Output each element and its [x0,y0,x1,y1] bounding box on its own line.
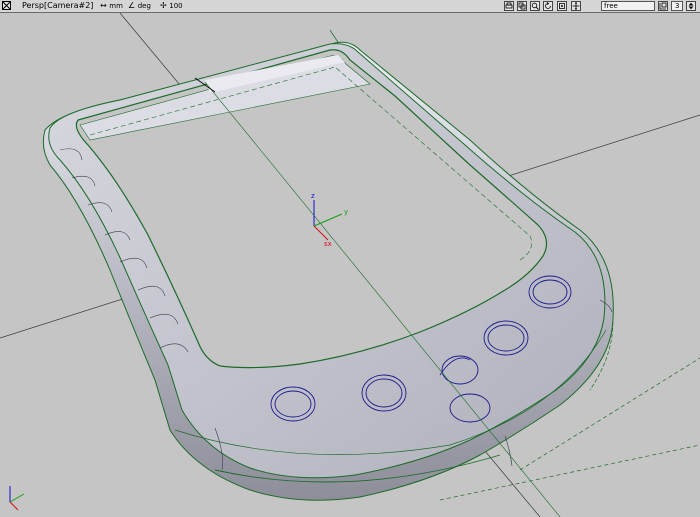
pan-cross-icon[interactable] [571,1,581,11]
grid-snap[interactable]: ✢ 100 [160,0,183,12]
gizmo-z-label: z [311,192,315,200]
view-title[interactable]: Persp[Camera#2] [22,0,93,12]
page-number[interactable]: 3 [671,1,683,11]
gizmo-y-label: y [344,208,348,216]
fit-view-icon[interactable] [557,1,567,11]
angle-units-label: deg [137,2,151,10]
grid-move-icon: ✢ [160,1,167,10]
arrow-horizontal-icon: ↔ [100,1,107,10]
angle-units[interactable]: ∠ deg [128,0,151,12]
world-y-axis [9,493,25,503]
spin-icon[interactable] [686,1,696,11]
angle-icon: ∠ [128,1,136,10]
world-x-axis [9,501,19,511]
close-icon[interactable] [2,1,11,10]
view-stack-icon[interactable] [517,1,527,11]
layout-icon[interactable] [658,1,668,11]
view-mode-field[interactable]: free [601,1,655,11]
grid-value: 100 [169,2,183,10]
print-icon[interactable] [504,1,514,11]
zoom-icon[interactable] [530,1,540,11]
length-units-label: mm [109,2,123,10]
viewport-toolbar: Persp[Camera#2] ↔ mm ∠ deg ✢ 100 free 3 [0,0,700,13]
rotate-icon[interactable] [543,1,553,11]
modeler-window: Persp[Camera#2] ↔ mm ∠ deg ✢ 100 free 3 … [0,0,700,517]
perspective-viewport[interactable]: z y sx [0,13,700,517]
length-units[interactable]: ↔ mm [100,0,123,12]
gizmo-center-label: sx [324,240,332,248]
world-axis-indicator [9,486,25,511]
viewport-canvas: z y sx [0,13,700,517]
